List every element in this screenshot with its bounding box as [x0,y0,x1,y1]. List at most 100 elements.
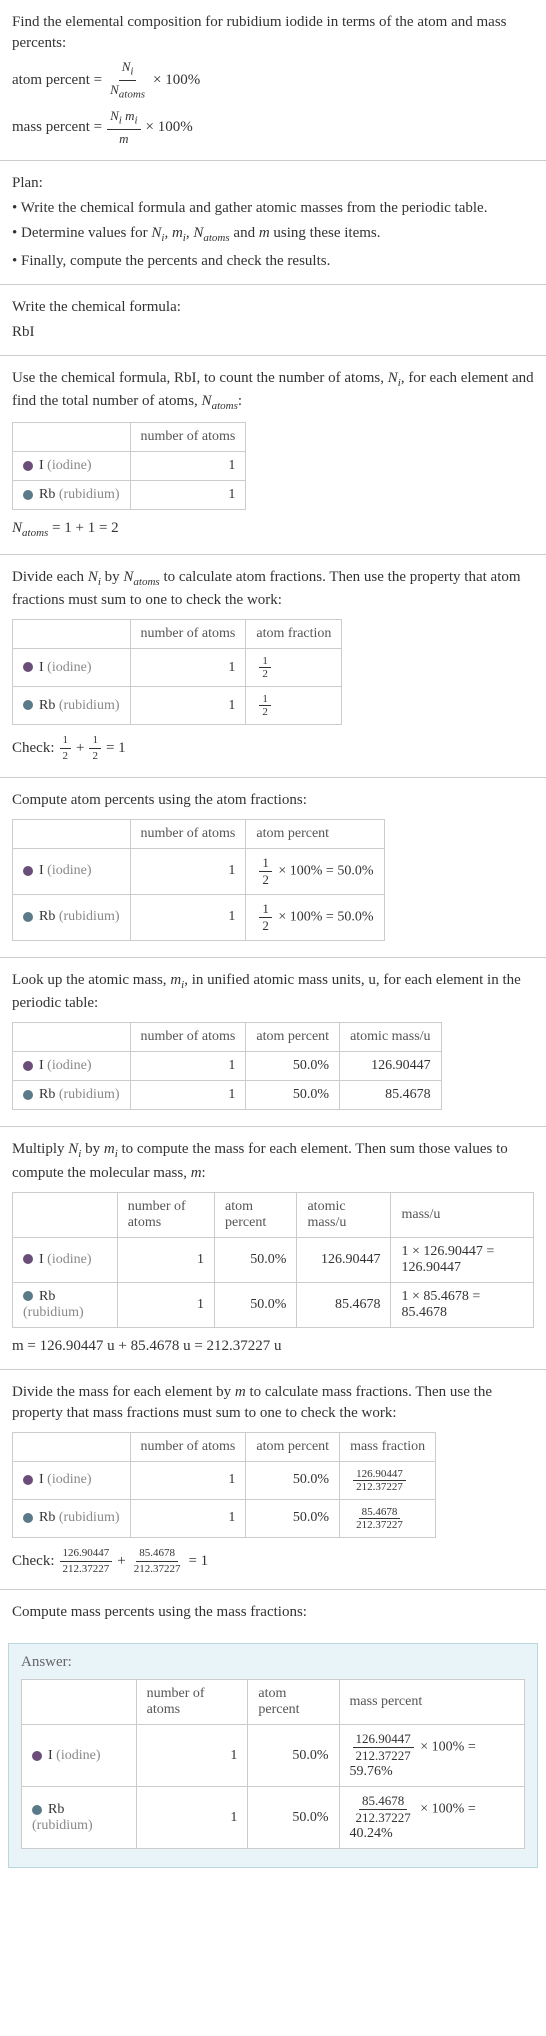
table-header-row: number of atomsatom percentatomic mass/u [13,1023,442,1052]
massfrac-cell: 126.90447212.37227 [340,1461,436,1499]
table-row: I (iodine)1 [13,452,246,481]
header-blank [13,1023,131,1052]
element-cell: Rb (rubidium) [13,894,131,940]
element-name: (iodine) [47,1252,91,1267]
atomic-mass-table: number of atomsatom percentatomic mass/u… [12,1022,442,1110]
answer-label: Answer: [21,1654,525,1671]
count-atoms-section: Use the chemical formula, RbI, to count … [0,356,546,555]
atoms-cell: 1 [130,1052,246,1081]
n-atoms-sum: Natoms = 1 + 1 = 2 [12,518,534,541]
atoms-cell: 1 [130,481,246,510]
element-cell: I (iodine) [13,1461,131,1499]
section-text: Compute atom percents using the atom fra… [12,790,534,811]
header-percent: atom percent [246,1023,340,1052]
header-atom-percent: atom percent [248,1680,339,1725]
element-name: (rubidium) [59,487,120,502]
frac-numer: Ni [119,58,137,81]
element-name: (rubidium) [59,698,120,713]
element-name: (rubidium) [59,1087,120,1102]
table-row: I (iodine)1 12 [13,649,342,687]
chemical-formula: RbI [12,322,534,343]
plan-vars: Ni, mi, Natoms [151,225,229,241]
header-blank [13,423,131,452]
table-row: Rb (rubidium)1 [13,481,246,510]
table-header-row: number of atoms [13,423,246,452]
formula-section: Write the chemical formula: RbI [0,285,546,356]
half-fraction: 12 [259,901,272,934]
table-row: I (iodine)150.0%126.90447 [13,1052,442,1081]
atoms-table: number of atoms I (iodine)1 Rb (rubidium… [12,422,246,510]
element-dot-icon [23,662,33,672]
section-text: Divide the mass for each element by m to… [12,1382,534,1424]
atoms-cell: 1 [130,1081,246,1110]
half-fraction: 12 [259,655,271,680]
var: Ni [388,370,401,386]
table-row: Rb (rubidium)112 × 100% = 50.0% [13,894,385,940]
atom-percent-cell: 50.0% [248,1787,339,1849]
amass-cell: 85.4678 [297,1282,391,1327]
mass-fraction: 126.90447212.37227 [60,1546,113,1578]
plan-section: Plan: • Write the chemical formula and g… [0,161,546,284]
element-cell: I (iodine) [13,649,131,687]
atom-percent-section: Compute atom percents using the atom fra… [0,778,546,958]
frac-denom: m [116,130,131,148]
element-cell: Rb (rubidium) [13,1081,131,1110]
mass-percent-section: Compute mass percents using the mass fra… [0,1590,546,1635]
mass-cell: 126.90447 [340,1052,442,1081]
frac-numer: Ni mi [107,107,140,130]
element-dot-icon [23,866,33,876]
element-dot-icon [32,1751,42,1761]
atom-fraction-table: number of atomsatom fraction I (iodine)1… [12,619,342,725]
mass-fraction: 126.90447212.37227 [353,1731,414,1764]
section-text: Multiply Ni by mi to compute the mass fo… [12,1139,534,1183]
element-dot-icon [23,700,33,710]
table-row: I (iodine)150.0%126.904471 × 126.90447 =… [13,1237,534,1282]
atoms-cell: 1 [130,649,246,687]
mass-fraction-table: number of atomsatom percentmass fraction… [12,1432,436,1538]
atoms-cell: 1 [117,1282,214,1327]
atom-percent-formula: atom percent = Ni Natoms × 100% [12,58,534,103]
check-end: = 1 [106,738,126,759]
answer-table: number of atomsatom percentmass percent … [21,1679,525,1849]
table-row: I (iodine)112 × 100% = 50.0% [13,848,385,894]
plan-bullet: • Finally, compute the percents and chec… [12,251,534,272]
atoms-cell: 1 [130,687,246,725]
element-dot-icon [23,1291,33,1301]
header-mass: mass/u [391,1192,534,1237]
percent-cell: 50.0% [246,1052,340,1081]
table-row: Rb (rubidium)112 [13,687,342,725]
element-cell: Rb (rubidium) [13,481,131,510]
table-header-row: number of atomsatom percentmass fraction [13,1432,436,1461]
table-header-row: number of atomsatom percentmass percent [22,1680,525,1725]
mass-fraction-section: Divide the mass for each element by m to… [0,1370,546,1591]
percent-cell: 50.0% [246,1461,340,1499]
mass-fraction: 85.4678212.37227 [353,1506,406,1531]
atoms-cell: 1 [130,452,246,481]
percent-cell: 12 × 100% = 50.0% [246,894,384,940]
half-fraction: 12 [259,855,272,888]
text: Use the chemical formula, RbI, to count … [12,370,388,386]
frac-denom: Natoms [107,81,148,103]
element-cell: I (iodine) [13,848,131,894]
element-cell: I (iodine) [13,452,131,481]
half-fraction: 12 [259,693,271,718]
header-massfrac: mass fraction [340,1432,436,1461]
atom-fractions-section: Divide each Ni by Natoms to calculate at… [0,555,546,778]
answer-box: Answer: number of atomsatom percentmass … [8,1643,538,1868]
element-dot-icon [23,1254,33,1264]
percent-expr: × 100% = 50.0% [275,910,374,925]
element-mass-section: Multiply Ni by mi to compute the mass fo… [0,1127,546,1369]
header-percent: atom percent [246,819,384,848]
element-cell: I (iodine) [13,1237,118,1282]
header-atoms: number of atoms [117,1192,214,1237]
mass-cell: 1 × 126.90447 = 126.90447 [391,1237,534,1282]
header-blank [13,1192,118,1237]
header-mass-percent: mass percent [339,1680,524,1725]
massfrac-cell: 85.4678212.37227 [340,1499,436,1537]
element-dot-icon [23,1061,33,1071]
table-header-row: number of atomsatom percent [13,819,385,848]
mass-fraction: 85.4678212.37227 [353,1793,414,1826]
element-cell: I (iodine) [22,1725,137,1787]
mass-percent-cell: 85.4678212.37227 × 100% = 40.24% [339,1787,524,1849]
check-line: Check: 126.90447212.37227 + 85.4678212.3… [12,1546,534,1578]
